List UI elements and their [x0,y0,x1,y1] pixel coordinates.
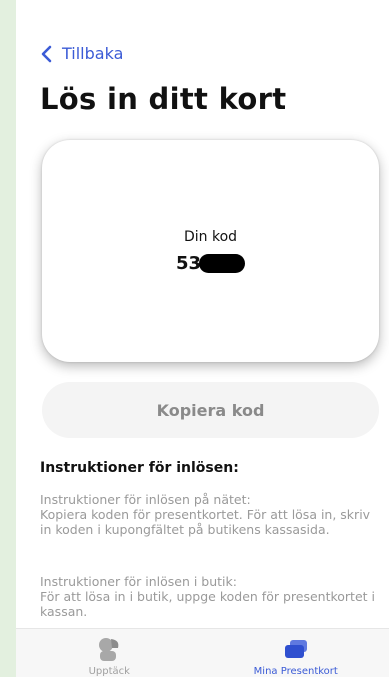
chevron-left-icon [41,45,52,62]
tab-upptack[interactable]: Upptäck [16,629,203,677]
screen: Tillbaka Lös in ditt kort Din kod 53 Kop… [16,0,389,677]
page-title: Lös in ditt kort [40,82,287,116]
tab-bar: Upptäck Mina Presentkort [16,628,389,677]
back-link[interactable]: Tillbaka [40,44,123,63]
code-value: 53 [175,252,202,274]
code-redaction [199,253,246,273]
copy-code-button[interactable]: Kopiera kod [42,382,379,438]
instructions-heading: Instruktioner för inlösen: [40,460,239,476]
code-card: Din kod 53 [42,140,379,362]
discover-icon [99,638,119,661]
cards-icon [284,640,307,658]
store-instructions-text: För att lösa in i butik, uppge koden för… [40,589,375,619]
back-label: Tillbaka [62,44,124,63]
tab-label-upptack: Upptäck [88,666,130,677]
store-instructions: Instruktioner för inlösen i butik: För a… [40,574,385,619]
tab-label-mina-presentkort: Mina Presentkort [253,666,338,677]
code-row: 53 [175,252,246,274]
tab-mina-presentkort[interactable]: Mina Presentkort [203,629,389,677]
online-instructions-title: Instruktioner för inlösen på nätet: [40,492,251,507]
online-instructions: Instruktioner för inlösen på nätet: Kopi… [40,492,385,537]
code-label: Din kod [183,228,238,245]
online-instructions-text: Kopiera koden för presentkortet. För att… [40,507,371,537]
store-instructions-title: Instruktioner för inlösen i butik: [40,574,237,589]
